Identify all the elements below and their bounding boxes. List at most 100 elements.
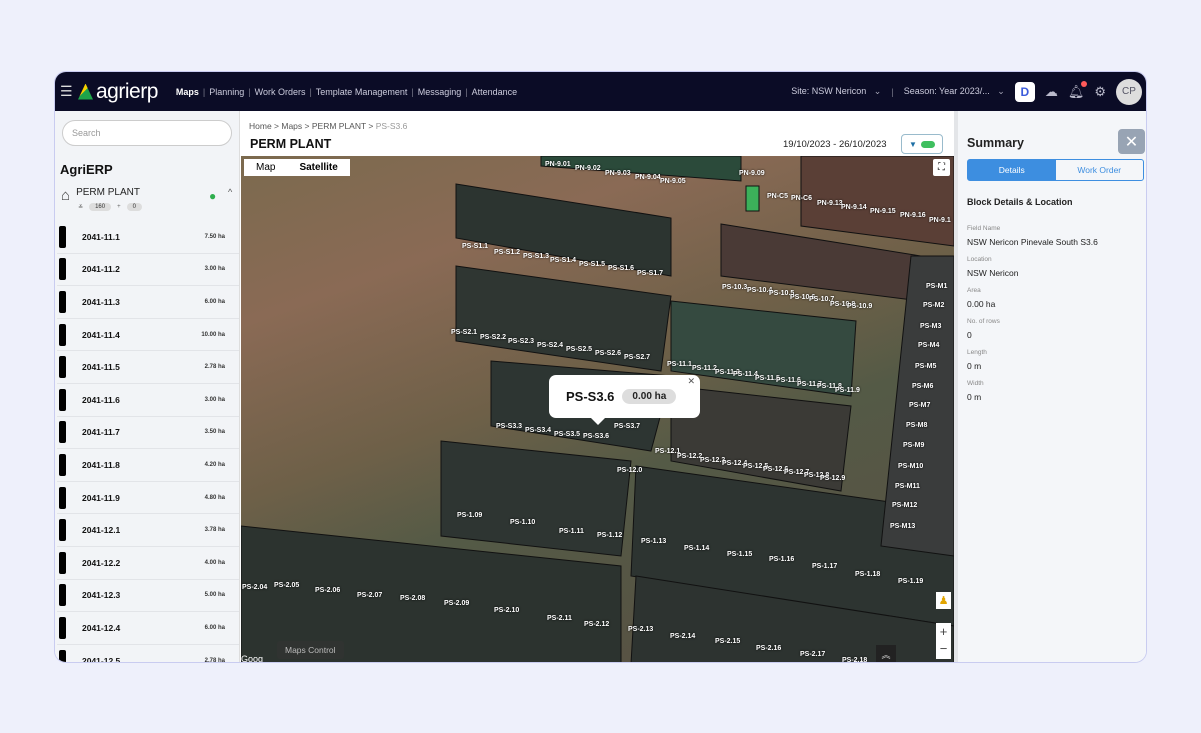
field-label[interactable]: PS-S1.6	[608, 265, 634, 272]
avatar[interactable]: CP	[1116, 78, 1142, 105]
field-label[interactable]: PN-9.05	[660, 178, 686, 185]
field-label[interactable]: PS-S3.5	[554, 431, 580, 438]
field-label[interactable]: PS-M4	[918, 342, 939, 349]
field-label[interactable]: PS-2.08	[400, 595, 425, 602]
field-label[interactable]: PS-S1.1	[462, 243, 488, 250]
field-label[interactable]: PS-1.12	[597, 532, 622, 539]
list-item[interactable]: 2041-11.5 2.78 ha	[57, 351, 239, 384]
zoom-out-icon[interactable]: −	[940, 640, 948, 657]
search-input[interactable]: Search	[62, 120, 232, 146]
bell-icon[interactable]: 🔔︎	[1068, 80, 1088, 100]
logo[interactable]: agrierp	[78, 80, 158, 104]
field-label[interactable]: PN-9.03	[605, 170, 631, 177]
field-label[interactable]: PN-9.13	[817, 200, 843, 207]
field-label[interactable]: PS-11.2	[692, 365, 717, 372]
field-label[interactable]: PS-M13	[890, 523, 915, 530]
field-label[interactable]: PS-S2.2	[480, 334, 506, 341]
field-label[interactable]: PS-2.05	[274, 582, 299, 589]
list-item[interactable]: 2041-12.4 6.00 ha	[57, 612, 239, 645]
field-label[interactable]: PN-9.14	[841, 204, 867, 211]
field-label[interactable]: PS-S2.7	[624, 354, 650, 361]
field-label[interactable]: PN-9.09	[739, 170, 765, 177]
field-label[interactable]: PS-12.0	[617, 467, 642, 474]
field-label[interactable]: PS-1.15	[727, 551, 752, 558]
field-label[interactable]: PS-1.11	[559, 528, 584, 535]
field-label[interactable]: PN-9.02	[575, 165, 601, 172]
filter-button[interactable]: ▼	[901, 134, 943, 154]
field-label[interactable]: PS-2.14	[670, 633, 695, 640]
field-label[interactable]: PS-S2.3	[508, 338, 534, 345]
field-label[interactable]: PS-S2.5	[566, 346, 592, 353]
field-label[interactable]: PS-1.18	[855, 571, 880, 578]
field-label[interactable]: PS-M11	[895, 483, 920, 490]
field-label[interactable]: PS-10.9	[847, 303, 872, 310]
tab-work-order[interactable]: Work Order	[1056, 160, 1144, 180]
field-label[interactable]: PS-S3.6	[583, 433, 609, 440]
list-item[interactable]: 2041-12.2 4.00 ha	[57, 547, 239, 580]
field-label[interactable]: PS-1.13	[641, 538, 666, 545]
farm-item[interactable]: ⌂ PERM PLANT ≚ 160 +0 ● ^	[61, 187, 239, 221]
field-label[interactable]: PS-12.9	[820, 475, 845, 482]
nav-item[interactable]: Template Management	[312, 87, 412, 97]
list-item[interactable]: 2041-11.7 3.50 ha	[57, 417, 239, 450]
site-selector[interactable]: Site: NSW Nericon ⌄	[791, 86, 881, 97]
close-button[interactable]: ✕	[1118, 129, 1145, 154]
list-item[interactable]: 2041-11.8 4.20 ha	[57, 449, 239, 482]
field-label[interactable]: PS-2.16	[756, 645, 781, 652]
nav-item[interactable]: Maps	[172, 87, 203, 97]
field-label[interactable]: PS-M7	[909, 402, 930, 409]
list-item[interactable]: 2041-12.5 2.78 ha	[57, 645, 239, 662]
field-label[interactable]: PS-1.09	[457, 512, 482, 519]
field-label[interactable]: PS-12.2	[677, 453, 702, 460]
nav-item[interactable]: Planning	[205, 87, 248, 97]
list-item[interactable]: 2041-11.9 4.80 ha	[57, 482, 239, 515]
field-label[interactable]: PS-S3.7	[614, 423, 640, 430]
season-selector[interactable]: Season: Year 2023/... ⌄	[904, 86, 1005, 97]
field-label[interactable]: PS-M10	[898, 463, 923, 470]
fullscreen-icon[interactable]: ⛶	[933, 159, 950, 176]
nav-item[interactable]: Work Orders	[251, 87, 310, 97]
field-label[interactable]: PS-2.06	[315, 587, 340, 594]
field-label[interactable]: PS-2.07	[357, 592, 382, 599]
menu-icon[interactable]: ☰	[60, 83, 73, 100]
breadcrumb-item[interactable]: Maps	[281, 121, 302, 131]
field-label[interactable]: PS-S3.3	[496, 423, 522, 430]
field-label[interactable]: PS-M6	[912, 383, 933, 390]
chevron-up-icon[interactable]: ︽	[876, 645, 896, 662]
field-label[interactable]: PS-2.12	[584, 621, 609, 628]
map-type-satellite[interactable]: Satellite	[287, 162, 349, 173]
field-label[interactable]: PS-M1	[926, 283, 947, 290]
field-label[interactable]: PS-2.10	[494, 607, 519, 614]
field-label[interactable]: PS-S1.7	[637, 270, 663, 277]
location-pin-icon[interactable]: ●	[209, 189, 216, 203]
field-label[interactable]: PS-2.17	[800, 651, 825, 658]
zoom-in-icon[interactable]: +	[940, 623, 948, 640]
street-view-icon[interactable]: ♟	[936, 592, 951, 609]
field-label[interactable]: PS-2.15	[715, 638, 740, 645]
gear-icon[interactable]: ⚙	[1094, 84, 1106, 100]
field-label[interactable]: PS-1.19	[898, 578, 923, 585]
field-label[interactable]: PS-M3	[920, 323, 941, 330]
field-label[interactable]: PS-2.18	[842, 657, 867, 662]
app-switch-icon[interactable]: D	[1014, 81, 1035, 102]
list-item[interactable]: 2041-11.6 3.00 ha	[57, 384, 239, 417]
breadcrumb-item[interactable]: Home	[249, 121, 272, 131]
field-label[interactable]: PS-M8	[906, 422, 927, 429]
list-item[interactable]: 2041-11.2 3.00 ha	[57, 254, 239, 287]
list-item[interactable]: 2041-11.1 7.50 ha	[57, 221, 239, 254]
field-label[interactable]: PS-S1.4	[550, 257, 576, 264]
breadcrumb-item[interactable]: PERM PLANT	[312, 121, 366, 131]
field-label[interactable]: PS-1.10	[510, 519, 535, 526]
field-label[interactable]: PN-C5	[767, 193, 788, 200]
list-item[interactable]: 2041-12.3 5.00 ha	[57, 580, 239, 613]
field-label[interactable]: PS-M2	[923, 302, 944, 309]
date-range[interactable]: 19/10/2023 - 26/10/2023	[783, 139, 887, 150]
field-label[interactable]: PS-S2.1	[451, 329, 477, 336]
field-label[interactable]: PS-1.16	[769, 556, 794, 563]
field-label[interactable]: PS-11.1	[667, 361, 692, 368]
field-label[interactable]: PS-S1.3	[523, 253, 549, 260]
nav-item[interactable]: Attendance	[468, 87, 522, 97]
field-label[interactable]: PN-9.01	[545, 161, 571, 168]
field-label[interactable]: PS-2.09	[444, 600, 469, 607]
weather-icon[interactable]: ☁	[1045, 84, 1058, 100]
